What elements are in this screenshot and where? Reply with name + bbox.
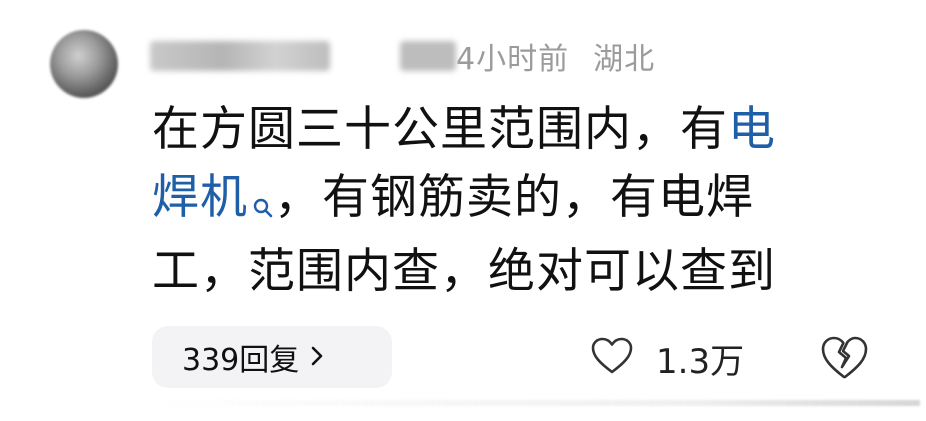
heart-icon [590,336,634,380]
comment-time: 4小时前 [456,42,570,77]
comment-location: 湖北 [593,42,656,77]
search-icon[interactable] [252,170,274,238]
comment-text: 在方圆三十公里范围内，有电焊机 ，有钢筋卖的，有电焊工，范围内查，绝对可以查到 [152,96,872,306]
username-blurred[interactable] [150,41,330,71]
keyword-link-part-1[interactable]: 电 [728,102,776,157]
replies-label: 339回复 [182,343,300,378]
broken-heart-icon [818,336,870,386]
comment-text-part-1: 在方圆三十公里范围内，有 [152,102,728,157]
like-button[interactable]: 1.3万 [590,334,744,382]
divider [150,400,920,406]
dislike-button[interactable] [818,334,870,382]
time-prefix-blurred [400,41,456,71]
replies-button[interactable]: 339回复 [152,326,392,388]
avatar[interactable] [50,30,118,98]
comment-text-part-3: 工，范围内查，绝对可以查到 [152,244,776,299]
like-count: 1.3万 [656,341,745,382]
chevron-right-icon [309,340,325,375]
keyword-link-part-2[interactable]: 焊机 [152,170,248,225]
comment-text-part-2: ，有钢筋卖的，有电焊 [274,170,754,225]
comment-meta: 4小时前 湖北 [150,36,656,77]
